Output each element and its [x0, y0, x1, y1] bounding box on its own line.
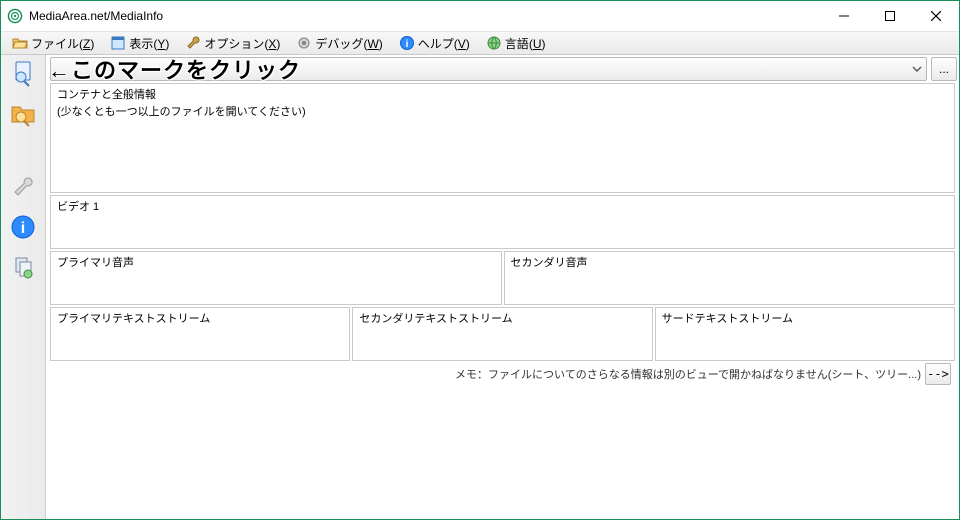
panel-text1: プライマリテキストストリーム: [50, 307, 350, 361]
info-circle-icon: i: [10, 214, 36, 240]
menu-language[interactable]: 言語(U): [479, 33, 553, 54]
menu-debug[interactable]: デバッグ(W): [289, 33, 389, 54]
close-icon: [931, 11, 941, 21]
minimize-button[interactable]: [821, 1, 867, 31]
view-icon: [110, 35, 126, 51]
wrench-icon: [185, 35, 201, 51]
chevron-down-icon: [910, 62, 924, 76]
sidebar: i: [1, 55, 46, 519]
browse-button[interactable]: ...: [931, 57, 957, 81]
panel-audio-primary: プライマリ音声: [50, 251, 502, 305]
menubar: ファイル(Z) 表示(Y) オプション(X) デバッグ(W) i ヘルプ(V): [1, 32, 959, 55]
sidebar-options-button[interactable]: [7, 171, 39, 203]
menu-file[interactable]: ファイル(Z): [5, 33, 101, 54]
panel-text3: サードテキストストリーム: [655, 307, 955, 361]
panel-video1-title: ビデオ 1: [57, 198, 948, 214]
document-search-icon: [9, 59, 37, 87]
client-area: i ...: [1, 55, 959, 519]
svg-text:i: i: [21, 220, 25, 237]
app-window: MediaArea.net/MediaInfo ファイル(Z) 表示(Y): [0, 0, 960, 520]
sidebar-about-button[interactable]: i: [7, 211, 39, 243]
menu-view[interactable]: 表示(Y): [103, 33, 176, 54]
summary-panels: コンテナと全般情報 (少なくとも一つ以上のファイルを開いてください) ビデオ 1…: [46, 81, 959, 519]
main-pane: ... ←このマークをクリック コンテナと全般情報 (少なくとも一つ以上のファイ…: [46, 55, 959, 519]
panel-text2-title: セカンダリテキストストリーム: [359, 310, 645, 326]
svg-text:i: i: [405, 39, 408, 50]
panel-container-hint: (少なくとも一つ以上のファイルを開いてください): [57, 103, 948, 119]
globe-icon: [486, 35, 502, 51]
sidebar-open-folder-button[interactable]: [7, 97, 39, 129]
file-dropdown[interactable]: [50, 57, 927, 81]
ellipsis-icon: ...: [939, 62, 949, 76]
documents-icon: [10, 254, 36, 280]
window-title: MediaArea.net/MediaInfo: [29, 9, 163, 23]
sidebar-open-file-button[interactable]: [7, 57, 39, 89]
minimize-icon: [839, 11, 849, 21]
panel-video1: ビデオ 1: [50, 195, 955, 249]
arrow-right-icon: -->: [927, 367, 949, 381]
file-selector-row: ... ←このマークをクリック: [50, 57, 957, 81]
folder-open-icon: [12, 35, 28, 51]
titlebar: MediaArea.net/MediaInfo: [1, 1, 959, 32]
info-icon: i: [399, 35, 415, 51]
menu-options[interactable]: オプション(X): [178, 33, 287, 54]
sidebar-export-button[interactable]: [7, 251, 39, 283]
close-button[interactable]: [913, 1, 959, 31]
tools-icon: [10, 174, 36, 200]
maximize-icon: [885, 11, 895, 21]
panel-text3-title: サードテキストストリーム: [662, 310, 948, 326]
panel-container: コンテナと全般情報 (少なくとも一つ以上のファイルを開いてください): [50, 83, 955, 193]
gear-icon: [296, 35, 312, 51]
maximize-button[interactable]: [867, 1, 913, 31]
switch-view-button[interactable]: -->: [925, 363, 951, 385]
panel-text2: セカンダリテキストストリーム: [352, 307, 652, 361]
app-icon: [7, 8, 23, 24]
panel-audio-primary-title: プライマリ音声: [57, 254, 495, 270]
panel-audio-secondary: セカンダリ音声: [504, 251, 956, 305]
panel-audio-secondary-title: セカンダリ音声: [511, 254, 949, 270]
panel-text1-title: プライマリテキストストリーム: [57, 310, 343, 326]
menu-help[interactable]: i ヘルプ(V): [392, 33, 477, 54]
folder-search-icon: [9, 99, 37, 127]
memo-text: メモ：ファイルについてのさらなる情報は別のビューで開かねばなりません(シート、ツ…: [455, 366, 921, 382]
panel-container-title: コンテナと全般情報: [57, 86, 948, 102]
memo-row: メモ：ファイルについてのさらなる情報は別のビューで開かねばなりません(シート、ツ…: [50, 363, 955, 387]
